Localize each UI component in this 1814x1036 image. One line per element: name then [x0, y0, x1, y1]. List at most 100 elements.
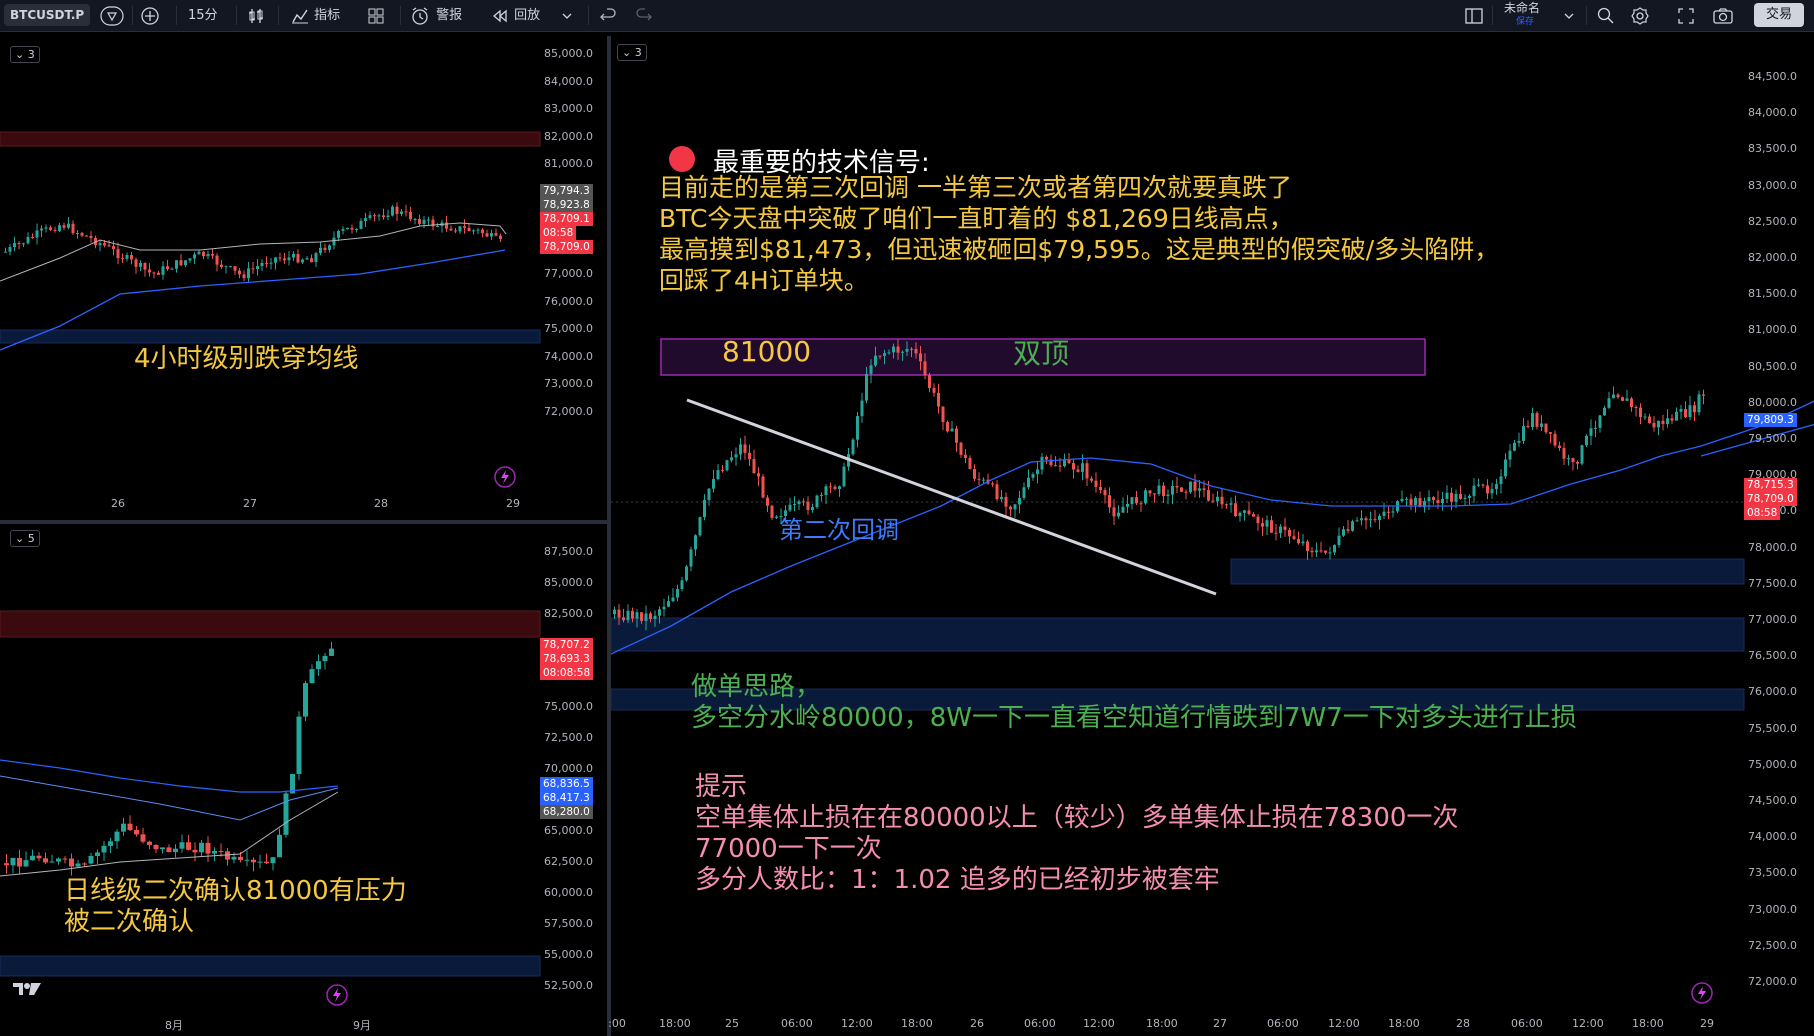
chart-main-candle-body — [1265, 520, 1269, 527]
chart-main-candle-body — [829, 486, 832, 488]
chart-main-candle-body — [1126, 504, 1129, 507]
pane-collapse-badge-4h[interactable]: ⌄ 3 — [10, 46, 40, 63]
chart-main-candle-body — [977, 478, 981, 480]
signal-line-3: 最高摸到$81,473，但迅速被砸回$79,595。这是典型的假突破/多头陷阱， — [659, 235, 1500, 264]
chart-main-candle-body — [1382, 511, 1386, 516]
price-axis-daily[interactable]: 87,500.085,000.082,500.080,000.077,500.0… — [540, 524, 607, 1014]
chart-main-candle-body — [1567, 458, 1570, 460]
chart-main-candle-body — [959, 442, 963, 455]
chart-4h-candle-body — [238, 270, 241, 275]
chart-daily-candle-body — [199, 842, 204, 853]
camera-icon[interactable] — [1712, 4, 1734, 27]
plus-circle-icon[interactable] — [140, 4, 160, 27]
chart-main-candle-body — [1688, 405, 1692, 418]
chart-daily-candle-body — [153, 844, 159, 850]
interval-button[interactable]: 15分 — [188, 4, 218, 27]
alert-button[interactable]: 警报 — [410, 4, 462, 27]
chart-main-candle-body — [671, 597, 675, 602]
trading-plan: 做单思路， 多空分水岭80000，8W一下一直看空知道行情跌到7W7一下对多头进… — [691, 672, 1577, 734]
lightning-icon[interactable] — [494, 466, 516, 492]
chart-main-time-tick: :00 — [608, 1017, 626, 1030]
chevron-down-icon: ⌄ — [15, 532, 25, 545]
chart-main-price-tick: 73,500.0 — [1748, 866, 1797, 880]
chart-4h-candle-body — [53, 229, 57, 231]
chart-daily-candle-body — [179, 842, 185, 849]
layout-menu-chevron-icon[interactable] — [1562, 4, 1576, 27]
lightning-icon[interactable] — [1691, 982, 1713, 1008]
chart-main-candle-body — [748, 452, 751, 460]
search-icon[interactable] — [1596, 4, 1616, 27]
redo-icon[interactable] — [634, 4, 654, 27]
chart-main-time-tick: 29 — [1700, 1017, 1714, 1030]
chart-4h-price-tag: 78,709.1 — [540, 212, 593, 226]
lightning-icon[interactable] — [326, 984, 348, 1010]
chart-daily-price-tag: 78,707.2 — [540, 638, 593, 652]
chart-main-price-tick: 84,500.0 — [1748, 70, 1797, 83]
chart-main-candle-body — [1544, 423, 1548, 433]
chart-pane-4h[interactable]: ⌄ 3 4小时级别跌穿均线 — [0, 36, 607, 520]
chart-main-candle-body — [1333, 545, 1336, 553]
symbol-search-button[interactable]: BTCUSDT.P — [4, 4, 91, 26]
chart-main-candle-body — [946, 422, 949, 432]
chart-4h-candle-body — [71, 223, 75, 234]
chart-4h-candle-body — [274, 257, 277, 263]
chart-main-candle-body — [1697, 394, 1701, 413]
chart-main-candle-body — [919, 353, 922, 362]
chart-daily-price-tag: 68,417.3 — [540, 791, 593, 805]
chart-main-candle-body — [1148, 490, 1152, 494]
chart-main-candle-body — [667, 601, 670, 607]
templates-icon[interactable] — [366, 4, 386, 27]
chart-main-candle-body — [1081, 463, 1084, 472]
chart-main-candle-body — [1009, 506, 1012, 510]
bar-chart-icon[interactable] — [246, 4, 266, 27]
chart-daily-canvas[interactable] — [0, 524, 607, 1036]
price-axis-main[interactable]: 84,500.0 84,000.0 83,500.0 83,000.0 82,500.0… — [1744, 36, 1814, 1016]
chart-4h-candle-body — [359, 220, 363, 230]
time-axis-4h[interactable]: 26 27 28 29 — [0, 494, 540, 514]
chart-daily-ma-blue — [0, 759, 339, 793]
chart-main-candle-body — [1130, 497, 1134, 505]
signal-line-4: 回踩了4H订单块。 — [659, 266, 869, 295]
chart-pane-main[interactable]: ⌄ 3 最重要的技术信号: 目前走的是第三次回调 一半第三次或者第四次就要真跌了… — [611, 36, 1814, 1036]
chart-4h-canvas[interactable] — [0, 36, 607, 520]
tip-line-2: 空单集体止损在在80000以上（较少）多单集体止损在78300一次 — [695, 803, 1459, 833]
undo-icon[interactable] — [598, 4, 618, 27]
chart-pane-daily[interactable]: ⌄ 5 日线级二次确认81000有压力 被二次确认 — [0, 524, 607, 1036]
replay-button[interactable]: 回放 — [490, 4, 540, 27]
chart-4h-candle-body — [404, 211, 408, 213]
chart-main-candle-body — [1202, 488, 1206, 491]
chart-main-price-tick: 73,000.0 — [1748, 902, 1797, 916]
chart-main-candle-body — [932, 388, 936, 393]
trade-button[interactable]: 交易 — [1754, 3, 1805, 27]
chart-daily-candle-body — [10, 857, 16, 866]
chart-main-candle-body — [1283, 526, 1287, 530]
chart-main-candle-body — [1184, 491, 1188, 493]
indicators-button[interactable]: 指标 — [290, 4, 340, 27]
pane-collapse-badge-main[interactable]: ⌄ 3 — [617, 44, 647, 61]
time-axis-daily[interactable]: 8月 9月 — [0, 1014, 540, 1034]
price-axis-4h[interactable]: 85,000.0 84,000.0 83,000.0 82,000.0 81,000.0… — [540, 36, 607, 520]
chart-main-time-tick: 12:00 — [1083, 1017, 1115, 1030]
fullscreen-icon[interactable] — [1676, 4, 1696, 27]
chart-4h-candle-body — [292, 253, 295, 258]
chart-main-candle-body — [883, 353, 886, 356]
chevron-down-icon[interactable] — [560, 4, 574, 27]
chart-4h-price-tick: 73,000.0 — [544, 377, 593, 390]
chart-4h-candle-body — [485, 233, 489, 237]
chart-4h-candle-body — [251, 268, 255, 270]
layout-name[interactable]: 未命名 — [1504, 1, 1540, 15]
symbol-badge-icon[interactable] — [100, 4, 124, 27]
settings-icon[interactable] — [1630, 4, 1650, 27]
layout-icon[interactable] — [1464, 4, 1484, 27]
chart-main-candle-body — [694, 535, 697, 550]
pane-collapse-badge-daily[interactable]: ⌄ 5 — [10, 530, 40, 547]
time-axis-main[interactable]: :00 18:00 25 06:00 12:00 18:00 26 06:00 12:00 18:… — [608, 1014, 1744, 1034]
chart-main-candle-body — [631, 610, 634, 619]
chart-daily-candle-body — [277, 834, 282, 858]
supply-zone-band — [0, 610, 541, 638]
chart-4h-candle-body — [103, 243, 106, 246]
chart-4h-candle-body — [319, 247, 322, 254]
chart-daily-time-tick: 8月 — [165, 1019, 183, 1032]
chart-main-candle-body — [815, 495, 819, 508]
chart-main-candle-body — [1310, 550, 1314, 553]
